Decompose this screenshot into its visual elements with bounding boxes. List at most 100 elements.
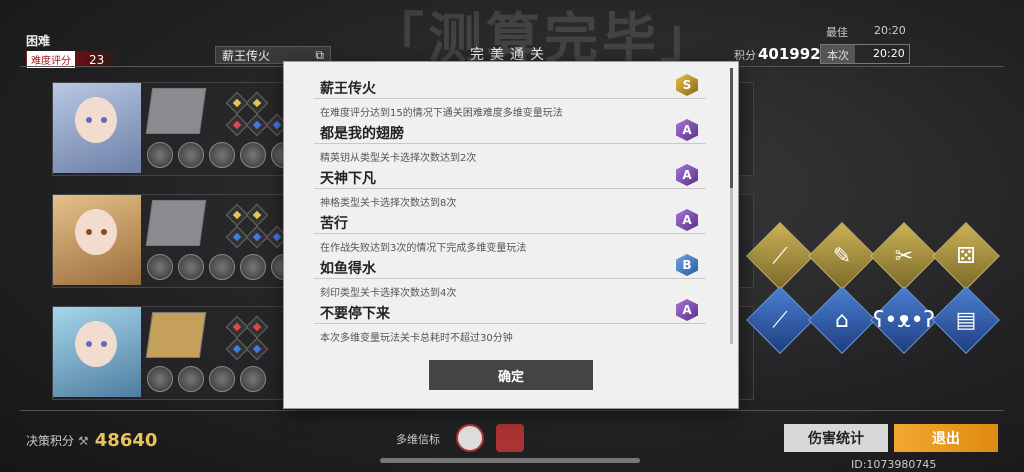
item-tile[interactable]: ⟋: [746, 286, 814, 354]
character-portrait[interactable]: [53, 83, 141, 173]
item-tile[interactable]: ✂: [870, 222, 938, 290]
blade-icon: ⟋: [772, 307, 788, 333]
achievement-item: 天神下凡 A 神格类型关卡选择次数达到8次: [314, 164, 706, 209]
current-time-box: 本次 20:20: [820, 44, 910, 64]
achievement-item: 如鱼得水 B 刻印类型关卡选择次数达到4次: [314, 254, 706, 299]
weapon-icon[interactable]: [145, 200, 207, 246]
gem-icon: [245, 91, 269, 115]
badge-icon[interactable]: [178, 254, 204, 280]
score-value: 401992: [758, 45, 821, 63]
divider: [314, 188, 706, 189]
character-portrait[interactable]: [53, 307, 141, 397]
divider: [314, 98, 706, 99]
badge-icon[interactable]: [209, 254, 235, 280]
rank-badge-icon: A: [676, 209, 698, 231]
rank-badge-icon: A: [676, 164, 698, 186]
gem-row: [225, 113, 289, 137]
decision-score-value: 48640: [94, 430, 158, 451]
score-display: 积分 401992: [734, 45, 821, 63]
divider: [314, 323, 706, 324]
gem-row: [225, 315, 269, 339]
dice-icon: ⚄: [956, 243, 976, 269]
perfect-clear-banner: 完美通关: [470, 47, 550, 63]
badge-icon[interactable]: [147, 254, 173, 280]
achievement-desc: 在作战失败达到3次的情况下完成多维变量玩法: [320, 243, 527, 254]
achievement-desc: 本次多维变量玩法关卡总耗时不超过30分钟: [320, 333, 513, 344]
gem-row: [225, 91, 269, 115]
divider: [20, 410, 1004, 411]
badge-icon[interactable]: [209, 366, 235, 392]
badge-row: [147, 366, 266, 392]
beacon-icon[interactable]: [496, 424, 524, 452]
item-tile[interactable]: ⟋: [746, 222, 814, 290]
item-tile[interactable]: ⚄: [932, 222, 1000, 290]
achievement-desc: 精英钥从类型关卡选择次数达到2次: [320, 153, 477, 164]
gem-icon: [245, 337, 269, 361]
badge-icon[interactable]: [209, 142, 235, 168]
best-time: 20:20: [874, 24, 906, 37]
user-id: ID:1073980745: [851, 458, 937, 471]
hat-icon: ⌂: [835, 307, 849, 333]
gem-row: [225, 337, 269, 361]
weapon-icon[interactable]: [145, 312, 207, 358]
achievement-item: 薪王传火 S 在难度评分达到15的情况下通关困难难度多维变量玩法: [314, 74, 706, 119]
teddy-bear-icon: ʕ•ᴥ•ʔ: [873, 308, 935, 333]
badge-icon[interactable]: [240, 254, 266, 280]
achievement-desc: 神格类型关卡选择次数达到8次: [320, 198, 457, 209]
gem-row: [225, 203, 269, 227]
score-label: 积分: [734, 49, 756, 62]
achievement-item: 不要停下来 A 本次多维变量玩法关卡总耗时不超过30分钟: [314, 299, 706, 344]
home-indicator[interactable]: [380, 458, 640, 463]
rank-badge-icon: A: [676, 119, 698, 141]
sword-icon: ⟋: [772, 243, 788, 269]
badge-icon[interactable]: [178, 366, 204, 392]
badge-icon[interactable]: [147, 142, 173, 168]
achievement-item: 都是我的翅膀 A 精英钥从类型关卡选择次数达到2次: [314, 119, 706, 164]
feather-icon: ✎: [832, 243, 852, 269]
achievement-name: 都是我的翅膀: [320, 126, 404, 142]
badge-row: [147, 142, 297, 168]
slot-machine-icon: ▤: [955, 307, 977, 333]
weapon-icon[interactable]: [145, 88, 207, 134]
item-tile[interactable]: ✎: [808, 222, 876, 290]
badge-icon[interactable]: [147, 366, 173, 392]
gem-icon: [245, 203, 269, 227]
stage-select-value: 薪王传火: [222, 48, 271, 63]
achievement-desc: 在难度评分达到15的情况下通关困难难度多维变量玩法: [320, 108, 563, 119]
rank-badge-icon: A: [676, 299, 698, 321]
achievement-name: 天神下凡: [320, 171, 376, 187]
exit-button[interactable]: 退出: [894, 424, 998, 452]
badge-icon[interactable]: [178, 142, 204, 168]
achievement-name: 苦行: [320, 216, 348, 232]
beacon-label: 多维信标: [396, 433, 440, 446]
best-label: 最佳: [826, 26, 848, 39]
achievement-list[interactable]: 薪王传火 S 在难度评分达到15的情况下通关困难难度多维变量玩法 都是我的翅膀 …: [314, 74, 706, 354]
scrollbar-thumb[interactable]: [730, 68, 733, 188]
layers-icon: ⧉: [315, 47, 324, 62]
beacon-icon[interactable]: [456, 424, 484, 452]
difficulty-label: 困难: [26, 34, 51, 48]
decision-score-label: 决策积分: [26, 434, 75, 448]
achievement-modal: 薪王传火 S 在难度评分达到15的情况下通关困难难度多维变量玩法 都是我的翅膀 …: [284, 62, 738, 408]
badge-row: [147, 254, 297, 280]
achievement-name: 如鱼得水: [320, 261, 376, 277]
divider: [314, 278, 706, 279]
item-tile[interactable]: ⌂: [808, 286, 876, 354]
divider: [314, 143, 706, 144]
achievement-desc: 刻印类型关卡选择次数达到4次: [320, 288, 457, 299]
knife-icon: ✂: [894, 243, 914, 269]
item-tile[interactable]: ▤: [932, 286, 1000, 354]
badge-icon[interactable]: [240, 366, 266, 392]
hammer-icon: ⚒: [78, 433, 89, 448]
current-label: 本次: [821, 45, 855, 63]
character-portrait[interactable]: [53, 195, 141, 285]
difficulty-box: 困难 难度评分 23: [26, 32, 118, 68]
item-tile[interactable]: ʕ•ᴥ•ʔ: [870, 286, 938, 354]
gem-icon: [245, 315, 269, 339]
achievement-name: 不要停下来: [320, 306, 390, 322]
damage-stats-button[interactable]: 伤害统计: [784, 424, 888, 452]
rank-badge-icon: B: [676, 254, 698, 276]
confirm-button[interactable]: 确定: [429, 360, 593, 390]
badge-icon[interactable]: [240, 142, 266, 168]
gem-row: [225, 225, 289, 249]
